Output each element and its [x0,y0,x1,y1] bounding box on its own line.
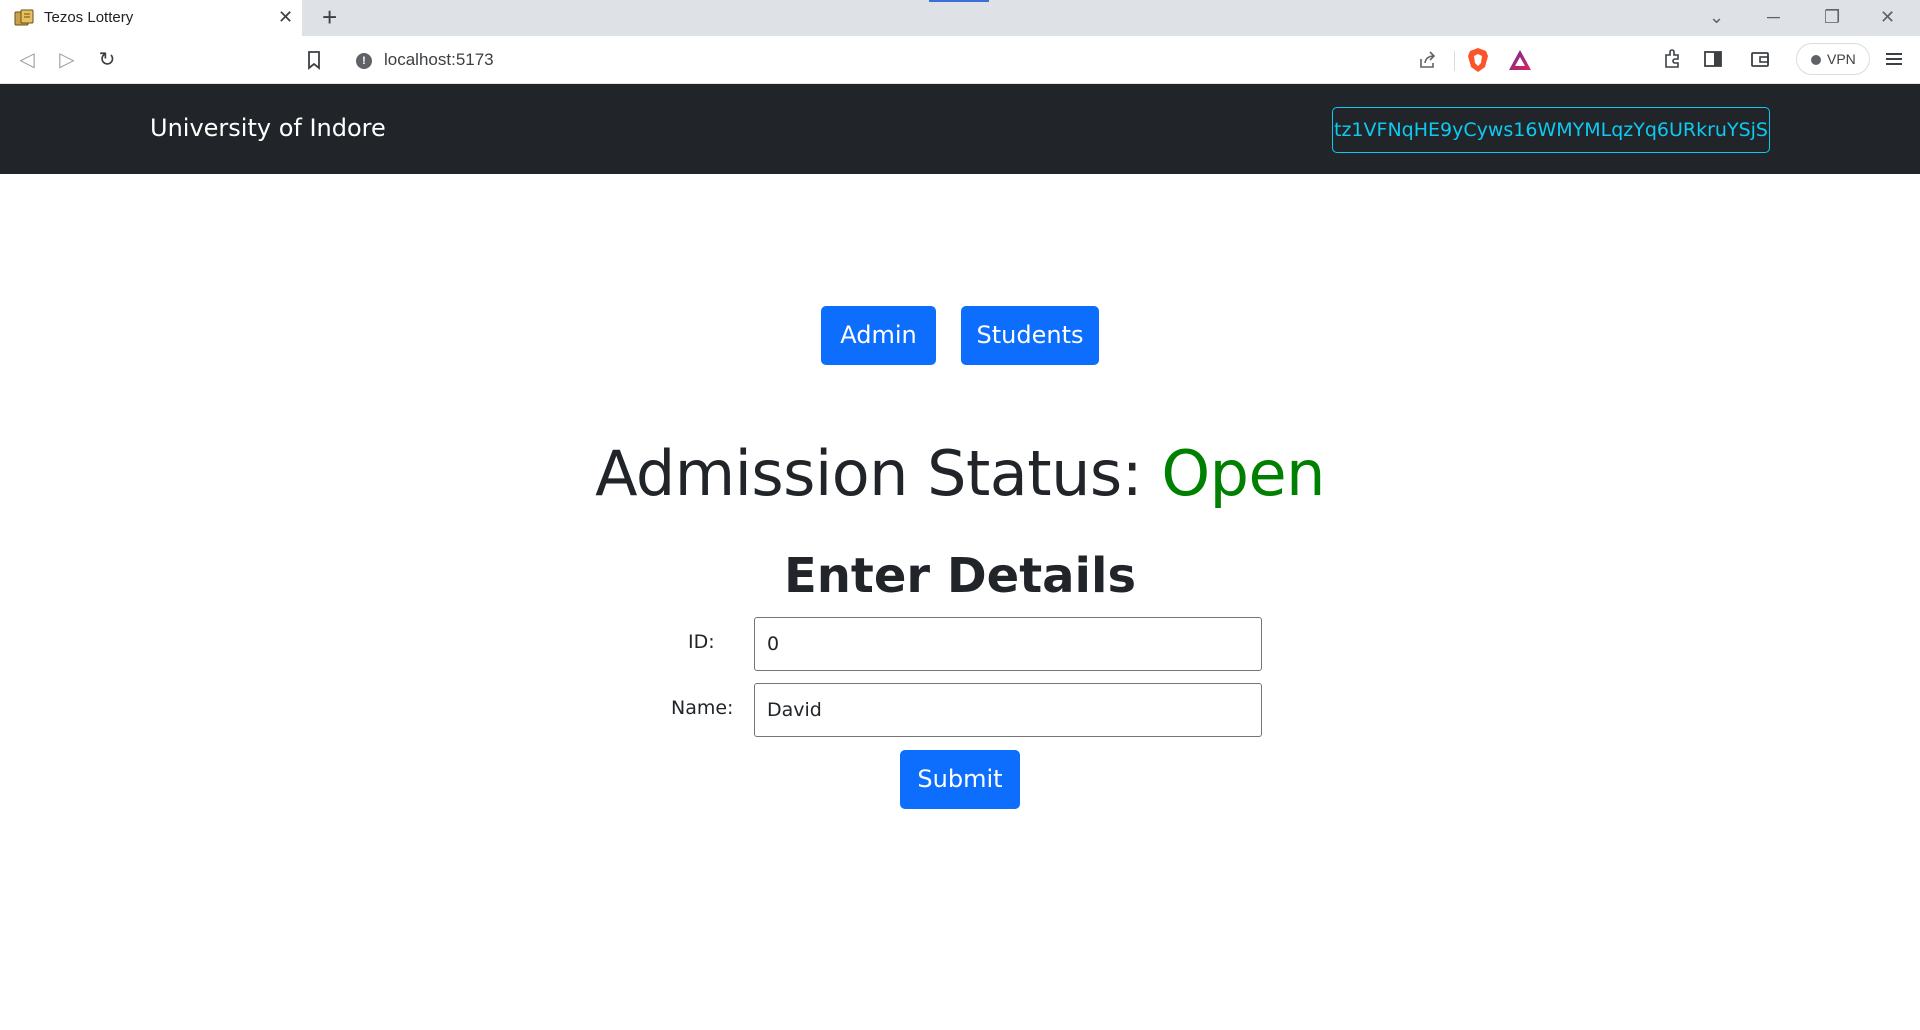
address-bar-divider [1454,51,1455,71]
id-input[interactable] [754,617,1262,671]
bookmark-icon[interactable] [303,49,325,71]
vpn-status-icon [1811,55,1821,65]
extensions-icon[interactable] [1661,48,1683,70]
admin-button[interactable]: Admin [821,306,936,365]
minimize-icon[interactable]: ─ [1767,6,1780,28]
restore-icon[interactable]: ❐ [1824,6,1840,28]
tab-title: Tezos Lottery [44,9,134,26]
site-info-icon[interactable]: ! [356,53,372,69]
tabstrip-indicator [929,0,989,2]
address-bar[interactable]: ! localhost:5173 [342,41,1542,79]
browser-tab-active[interactable]: Tezos Lottery ✕ [0,0,302,36]
name-label: Name: [671,697,734,719]
name-input[interactable] [754,683,1262,737]
wallet-address-button[interactable]: tz1VFNqHE9yCyws16WMYMLqzYq6URkruYSjS [1332,107,1770,153]
id-label: ID: [688,631,715,653]
tab-close-icon[interactable]: ✕ [278,8,293,26]
brave-shields-icon[interactable] [1466,47,1490,73]
browser-tabstrip: Tezos Lottery ✕ + ⌄ ─ ❐ ✕ [0,0,1920,36]
ticket-favicon-icon [14,9,34,26]
form-title: Enter Details [783,548,1137,604]
tab-search-icon[interactable]: ⌄ [1709,6,1724,28]
forward-icon[interactable]: ▷ [54,48,80,72]
sidebar-icon[interactable] [1702,48,1724,70]
browser-toolbar: ◁ ▷ ↻ ! localhost:5173 VPN [0,36,1920,84]
window-close-icon[interactable]: ✕ [1880,6,1895,28]
submit-button[interactable]: Submit [900,750,1020,809]
admission-status: Admission Status: Open [0,437,1920,510]
reload-icon[interactable]: ↻ [94,48,120,72]
vpn-button[interactable]: VPN [1796,43,1870,75]
app-navbar: University of Indore tz1VFNqHE9yCyws16WM… [0,84,1920,174]
vpn-label: VPN [1827,51,1856,67]
admission-status-value: Open [1161,437,1325,510]
navbar-brand[interactable]: University of Indore [150,114,386,142]
admission-status-label: Admission Status: [595,437,1162,510]
url-text[interactable]: localhost:5173 [384,50,494,70]
students-button[interactable]: Students [961,306,1099,365]
brave-rewards-icon[interactable] [1508,49,1532,71]
back-icon[interactable]: ◁ [14,48,40,72]
share-icon[interactable] [1417,49,1439,71]
new-tab-icon[interactable]: + [322,4,337,30]
wallet-icon[interactable] [1749,48,1771,70]
menu-icon[interactable] [1883,48,1905,70]
